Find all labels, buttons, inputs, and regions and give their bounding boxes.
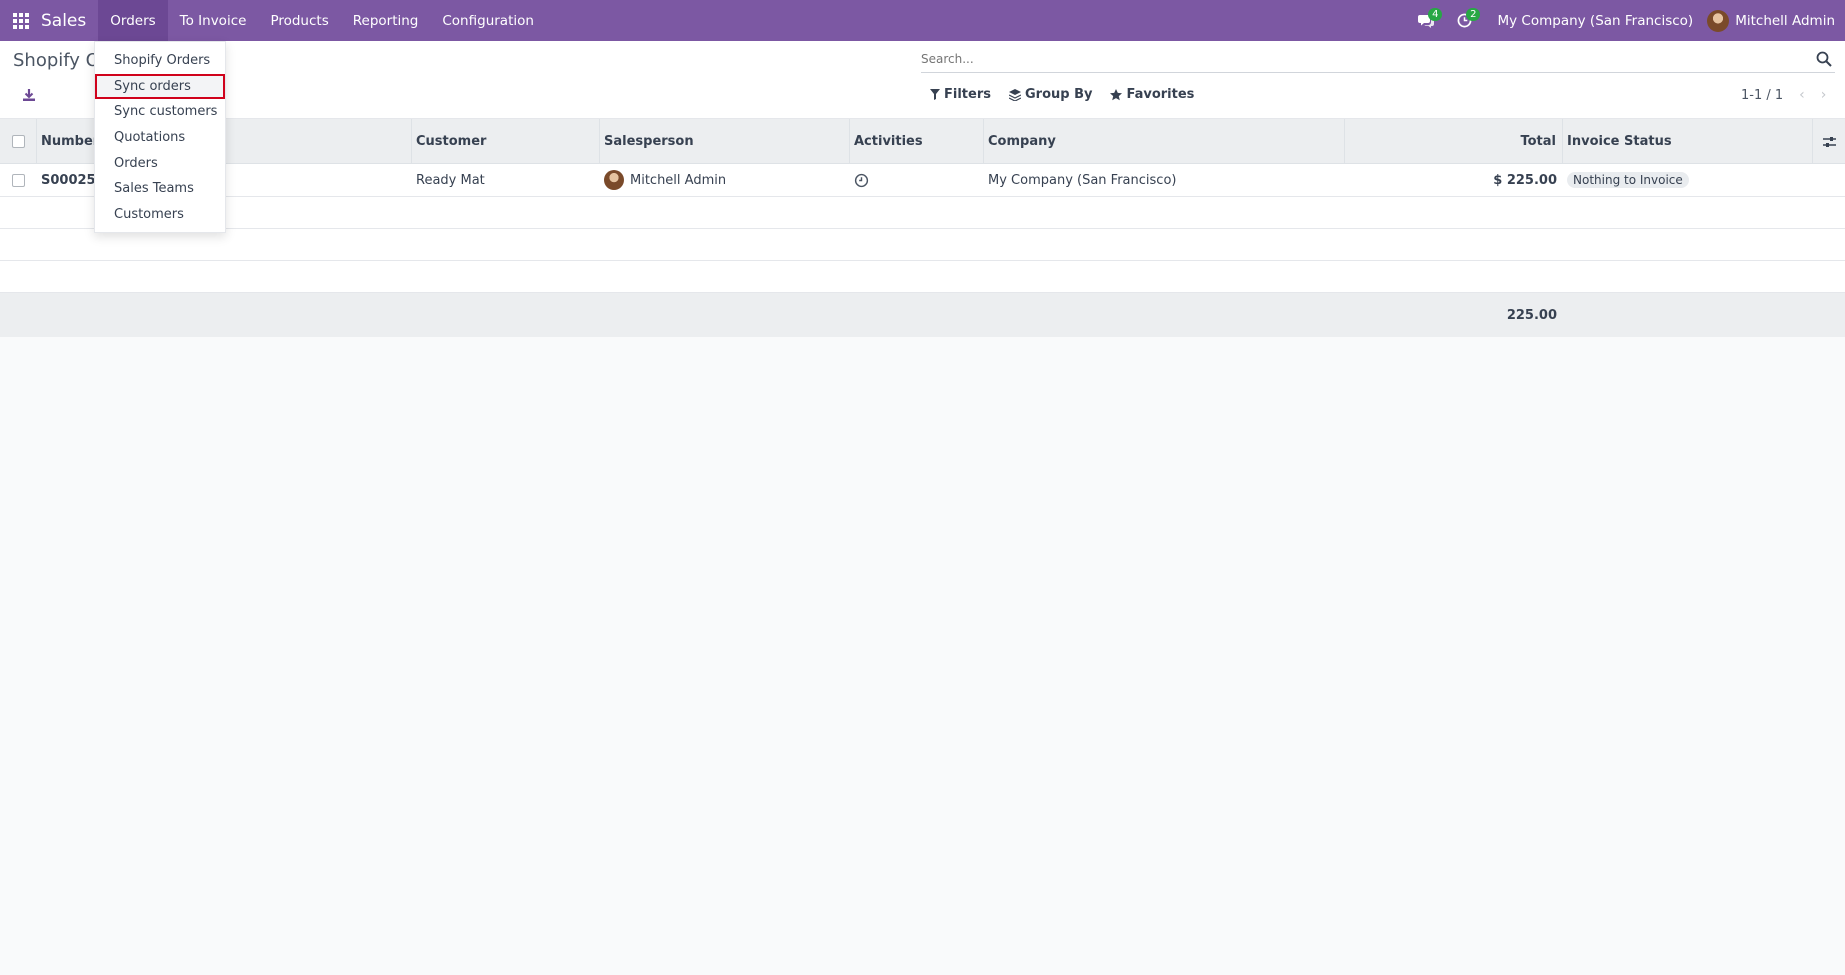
search-input[interactable]	[921, 47, 1801, 71]
menu-item-quotations[interactable]: Quotations	[95, 125, 225, 151]
company-switcher[interactable]: My Company (San Francisco)	[1483, 13, 1707, 29]
optional-columns-toggle[interactable]	[1813, 119, 1845, 164]
favorites-button[interactable]: Favorites	[1110, 87, 1194, 102]
filters-button[interactable]: Filters	[930, 87, 991, 102]
sliders-icon	[1822, 136, 1836, 147]
menu-item-shopify-orders[interactable]: Shopify Orders	[95, 48, 225, 74]
filter-icon	[930, 89, 940, 100]
header-company[interactable]: Company	[984, 119, 1345, 164]
table-header: Number der Date Customer Salesperson Act…	[0, 119, 1845, 164]
group-by-button[interactable]: Group By	[1008, 87, 1093, 102]
header-activities[interactable]: Activities	[850, 119, 984, 164]
header-salesperson[interactable]: Salesperson	[600, 119, 850, 164]
chevron-left-icon[interactable]: ‹	[1799, 87, 1805, 103]
search-icon[interactable]	[1815, 50, 1833, 68]
orders-dropdown-menu: Shopify Orders Sync orders Sync customer…	[94, 41, 226, 233]
cell-activities	[850, 164, 984, 196]
star-icon	[1110, 88, 1123, 100]
invoice-status-badge: Nothing to Invoice	[1567, 172, 1689, 188]
activities-button[interactable]: 2	[1445, 0, 1483, 41]
user-menu[interactable]: Mitchell Admin	[1707, 9, 1845, 32]
menu-orders[interactable]: Orders	[98, 0, 168, 41]
page-title: Shopify O	[13, 50, 100, 71]
footer-spacer	[1563, 293, 1813, 337]
menu-item-sync-orders[interactable]: Sync orders	[95, 73, 225, 100]
menu-item-orders[interactable]: Orders	[95, 150, 225, 176]
empty-row	[0, 197, 1845, 229]
activity-clock-icon[interactable]	[854, 173, 869, 188]
app-brand[interactable]: Sales	[41, 11, 98, 31]
search-bar	[921, 47, 1835, 73]
select-all-cell	[0, 119, 37, 164]
orders-table: Number der Date Customer Salesperson Act…	[0, 119, 1845, 337]
row-checkbox[interactable]	[12, 173, 25, 187]
messages-badge: 4	[1428, 8, 1443, 21]
user-name: Mitchell Admin	[1735, 12, 1835, 29]
cell-salesperson: Mitchell Admin	[600, 164, 850, 196]
footer-spacer	[150, 293, 412, 337]
menu-item-customers[interactable]: Customers	[95, 202, 225, 228]
footer-spacer	[984, 293, 1345, 337]
pager: 1-1 / 1 ‹ ›	[1741, 87, 1826, 103]
salesperson-name: Mitchell Admin	[630, 172, 727, 188]
table-row[interactable]: S00025 /02/2023 Ready Mat Mitchell Admin…	[0, 164, 1845, 197]
cell-customer: Ready Mat	[416, 172, 485, 188]
favorites-label: Favorites	[1126, 87, 1195, 102]
pager-value[interactable]: 1-1 / 1	[1741, 88, 1783, 103]
footer-spacer	[37, 293, 150, 337]
user-avatar	[1707, 9, 1730, 32]
empty-row	[0, 229, 1845, 261]
activities-badge: 2	[1466, 8, 1481, 21]
header-total[interactable]: Total	[1345, 119, 1563, 164]
control-panel: Shopify O Filters Group By Favorites 1-1…	[0, 41, 1845, 119]
download-icon[interactable]	[20, 87, 38, 103]
cell-invoice-status: Nothing to Invoice	[1563, 164, 1813, 196]
cell-total: $ 225.00	[1493, 172, 1557, 188]
footer-spacer	[412, 293, 600, 337]
table-footer: 225.00	[0, 293, 1845, 337]
menu-item-sync-customers[interactable]: Sync customers	[95, 99, 225, 125]
salesperson-avatar	[604, 170, 624, 190]
menu-item-sales-teams[interactable]: Sales Teams	[95, 176, 225, 202]
menu-to-invoice[interactable]: To Invoice	[168, 0, 259, 41]
footer-total: 225.00	[1506, 307, 1557, 323]
search-options: Filters Group By Favorites	[930, 87, 1194, 102]
menu-configuration[interactable]: Configuration	[430, 0, 546, 41]
row-select-cell	[0, 164, 37, 196]
header-invoice-status[interactable]: Invoice Status	[1563, 119, 1813, 164]
layers-icon	[1008, 88, 1021, 101]
filters-label: Filters	[944, 87, 991, 102]
top-navbar: Sales Orders To Invoice Products Reporti…	[0, 0, 1845, 41]
menu-reporting[interactable]: Reporting	[341, 0, 431, 41]
apps-grid-icon[interactable]	[0, 0, 41, 41]
group-by-label: Group By	[1024, 87, 1093, 102]
footer-spacer	[0, 293, 37, 337]
footer-spacer	[600, 293, 850, 337]
header-customer[interactable]: Customer	[412, 119, 600, 164]
select-all-checkbox[interactable]	[11, 135, 25, 148]
cell-spacer	[1813, 164, 1845, 196]
menu-products[interactable]: Products	[258, 0, 340, 41]
messages-button[interactable]: 4	[1407, 0, 1445, 41]
footer-spacer	[850, 293, 984, 337]
chevron-right-icon[interactable]: ›	[1821, 87, 1827, 103]
empty-row	[0, 261, 1845, 293]
cell-company: My Company (San Francisco)	[988, 172, 1177, 188]
